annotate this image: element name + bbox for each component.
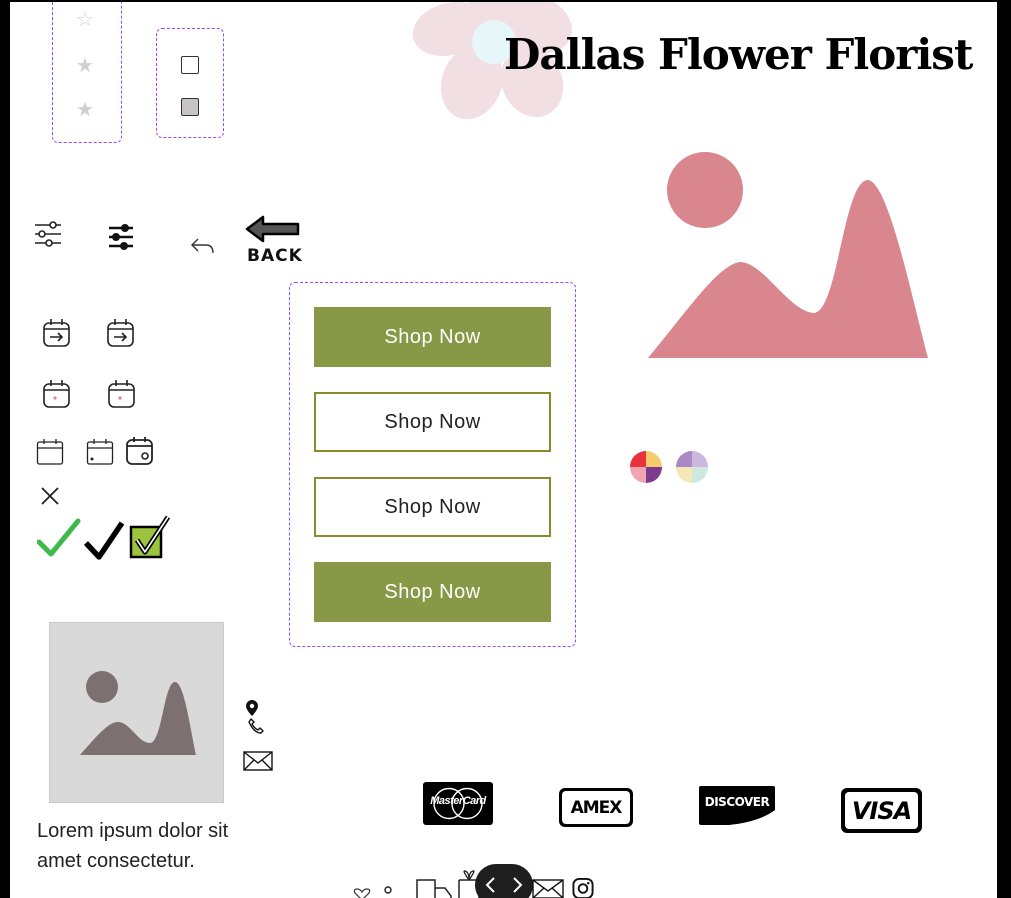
- shop-buttons-group: Shop Now Shop Now Shop Now Shop Now: [289, 282, 576, 647]
- mail-icon[interactable]: [243, 750, 273, 772]
- hero-image-placeholder-icon: [648, 152, 928, 358]
- visa-label: VISA: [851, 796, 912, 825]
- back-arrow-icon: [245, 215, 300, 243]
- shop-now-button[interactable]: Shop Now: [314, 562, 551, 622]
- checkbox-filled-icon[interactable]: [181, 98, 199, 116]
- calendar-dot-icon[interactable]: [107, 379, 137, 409]
- filter-sliders-icon[interactable]: [34, 221, 62, 247]
- close-icon[interactable]: [39, 485, 61, 507]
- shop-now-button[interactable]: Shop Now: [314, 307, 551, 367]
- user-icon[interactable]: [382, 886, 394, 898]
- color-swatch-icon[interactable]: [629, 450, 663, 484]
- calendar-dot-icon[interactable]: [42, 379, 72, 409]
- image-placeholder-icon: [80, 671, 196, 755]
- calendar-clock-icon[interactable]: [125, 436, 155, 466]
- back-label: BACK: [247, 246, 303, 266]
- checkbox-checked-icon[interactable]: [128, 514, 172, 560]
- rating-stars-group: ☆ ★ ★: [52, 2, 122, 143]
- shop-now-button[interactable]: Shop Now: [314, 477, 551, 537]
- calendar-arrow-icon[interactable]: [106, 318, 136, 348]
- instagram-icon[interactable]: [571, 877, 595, 898]
- checkmark-icon: [83, 521, 125, 560]
- mail-icon[interactable]: [532, 878, 564, 898]
- calendar-arrow-icon[interactable]: [42, 318, 72, 348]
- heart-icon[interactable]: [352, 888, 372, 898]
- chevron-left-icon[interactable]: [483, 876, 499, 894]
- visa-icon: VISA: [841, 788, 922, 833]
- filter-sliders-icon[interactable]: [107, 223, 135, 251]
- undo-arrow-icon[interactable]: [190, 236, 216, 256]
- location-pin-icon[interactable]: [246, 700, 258, 716]
- body-text: Lorem ipsum dolor sit amet consectetur.: [37, 820, 229, 872]
- mastercard-icon: MasterCard: [423, 782, 493, 825]
- discover-icon: DISCOVER: [699, 786, 775, 825]
- delivery-truck-icon[interactable]: [415, 878, 455, 898]
- checkbox-group: [156, 28, 224, 138]
- shop-now-button[interactable]: Shop Now: [314, 392, 551, 452]
- star-outline-icon[interactable]: ☆: [76, 7, 94, 31]
- checkmark-icon: [37, 518, 81, 557]
- mastercard-label: MasterCard: [430, 795, 486, 807]
- back-button[interactable]: BACK: [245, 214, 303, 266]
- chevron-right-icon[interactable]: [509, 876, 525, 894]
- carousel-controls: [475, 864, 533, 898]
- calendar-icon[interactable]: [36, 438, 64, 466]
- color-swatch-icon[interactable]: [675, 450, 709, 484]
- star-icon[interactable]: ★: [76, 97, 94, 121]
- amex-icon: AMEX: [559, 788, 633, 827]
- checkbox-empty-icon[interactable]: [181, 56, 199, 74]
- star-icon[interactable]: ★: [76, 53, 94, 77]
- phone-icon[interactable]: [248, 718, 264, 734]
- calendar-dot-icon[interactable]: [86, 438, 114, 466]
- brand-title: Dallas Flower Florist: [504, 30, 973, 79]
- discover-label: DISCOVER: [704, 795, 770, 809]
- image-placeholder: [49, 622, 224, 803]
- amex-label: AMEX: [570, 797, 623, 818]
- component-canvas: Dallas Flower Florist ☆ ★ ★ BACK Shop No…: [10, 2, 997, 898]
